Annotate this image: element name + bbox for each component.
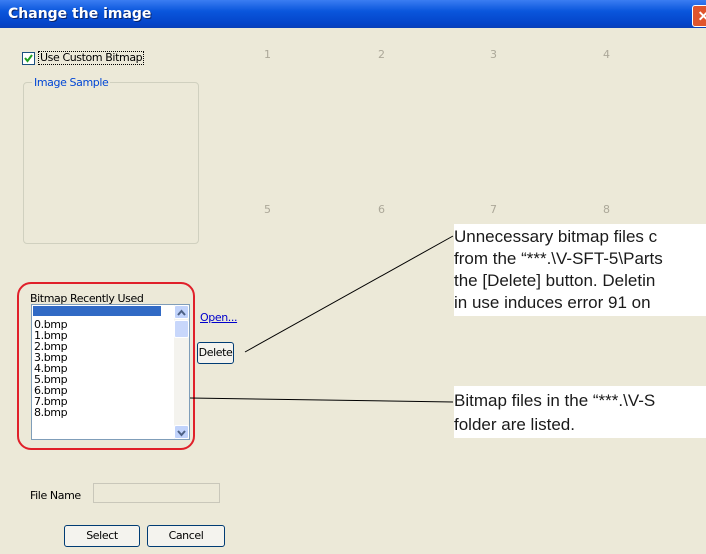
change-image-dialog: Change the image ✕ Use Custom Bitmap Ima…: [0, 0, 706, 554]
callout-line: from the “***.\V-SFT-5\Parts: [454, 249, 663, 268]
list-callout: Bitmap files in the “***.\V-S folder are…: [454, 386, 706, 438]
callout-line: in use induces error 91 on: [454, 293, 651, 312]
callout-line: the [Delete] button. Deletin: [454, 271, 656, 290]
callout-line: Unnecessary bitmap files c: [454, 227, 658, 246]
delete-callout: Unnecessary bitmap files c from the “***…: [454, 224, 706, 316]
callout-line: Bitmap files in the “***.\V-S: [454, 391, 656, 410]
callout-line: folder are listed.: [454, 415, 575, 434]
delete-leader-line: [244, 235, 454, 353]
list-leader-line: [189, 397, 454, 403]
